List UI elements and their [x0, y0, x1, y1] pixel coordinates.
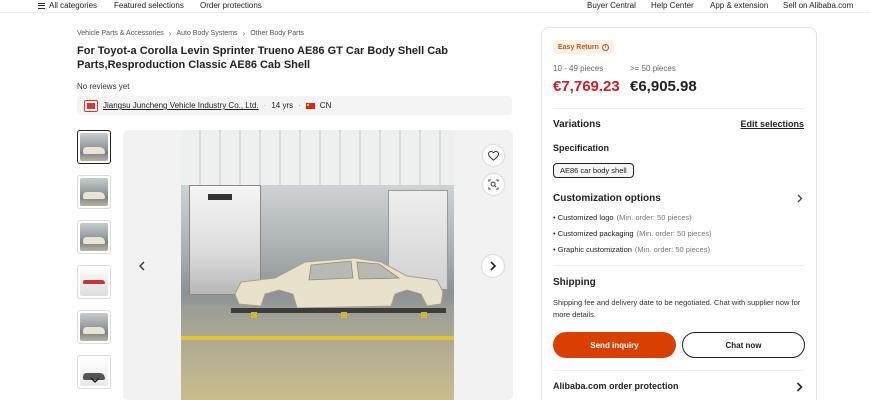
thumbnail-list — [77, 130, 112, 400]
chevron-right-icon: › — [168, 29, 172, 38]
supplier-logo — [84, 99, 98, 112]
purchase-panel: Easy Return i 10 - 49 pieces €7,769.23 >… — [541, 27, 817, 400]
reviews-text: No reviews yet — [77, 82, 130, 91]
product-photo — [181, 130, 454, 400]
customization-min: (Min. order: 50 pieces) — [634, 245, 710, 254]
thumbnail[interactable] — [77, 175, 111, 209]
customization-list: • Customized logo (Min. order: 50 pieces)… — [553, 213, 712, 261]
edit-selections-link[interactable]: Edit selections — [740, 119, 804, 129]
send-inquiry-button[interactable]: Send inquiry — [553, 332, 676, 358]
main-image-viewer — [123, 130, 513, 400]
sell-link[interactable]: Sell on Alibaba.com — [783, 1, 853, 10]
customization-name: Customized logo — [557, 213, 614, 222]
thumbnail[interactable] — [77, 310, 111, 344]
specification-label: Specification — [553, 143, 610, 153]
thumbnail[interactable] — [77, 355, 111, 389]
breadcrumb-item[interactable]: Auto Body Systems — [176, 30, 237, 37]
app-extension-link[interactable]: App & extension — [710, 1, 768, 10]
all-categories-label: All categories — [49, 1, 98, 10]
separator-dot: · — [263, 101, 267, 110]
thumbnail[interactable] — [77, 265, 111, 299]
divider — [553, 370, 804, 371]
featured-selections-link[interactable]: Featured selections — [114, 1, 184, 10]
easy-return-label: Easy Return — [558, 43, 599, 51]
supplier-country: CN — [319, 101, 332, 110]
customization-name: Customized packaging — [557, 229, 634, 238]
thumbnail[interactable] — [77, 130, 111, 164]
heart-icon — [488, 150, 499, 161]
customization-item: • Customized logo (Min. order: 50 pieces) — [553, 213, 692, 222]
supplier-years: 14 yrs — [271, 101, 294, 110]
divider — [553, 108, 804, 109]
breadcrumb-item[interactable]: Vehicle Parts & Accessories — [77, 30, 164, 37]
spec-option-chip[interactable]: AE86 car body shell — [553, 163, 634, 178]
chat-now-button[interactable]: Chat now — [682, 332, 805, 358]
chevron-down-icon[interactable] — [90, 377, 100, 384]
supplier-name-link[interactable]: Jiangsu Juncheng Vehicle Industry Co., L… — [103, 101, 259, 110]
breadcrumb-item[interactable]: Other Body Parts — [250, 30, 304, 37]
menu-icon — [38, 2, 45, 9]
tier-quantity: >= 50 pieces — [630, 64, 676, 73]
chevron-right-icon: › — [242, 29, 246, 38]
product-title: For Toyot-a Corolla Levin Sprinter Truen… — [77, 45, 448, 71]
chevron-left-icon — [139, 261, 145, 271]
chevron-right-icon[interactable] — [796, 382, 803, 392]
car-body-shell-image — [231, 257, 446, 318]
previous-image-button[interactable] — [131, 255, 153, 277]
customization-min: (Min. order: 50 pieces) — [616, 213, 692, 222]
top-nav: All categories Featured selections Order… — [0, 0, 870, 13]
tier-quantity: 10 - 49 pieces — [553, 64, 604, 73]
order-protections-link[interactable]: Order protections — [200, 1, 262, 10]
shipping-title: Shipping — [553, 277, 596, 288]
order-protection-link[interactable]: Alibaba.com order protection — [553, 381, 679, 391]
customization-title: Customization options — [553, 193, 661, 204]
next-image-button[interactable] — [482, 255, 504, 277]
customization-item: • Graphic customization (Min. order: 50 p… — [553, 245, 710, 254]
easy-return-badge[interactable]: Easy Return i — [553, 40, 614, 54]
customization-name: Graphic customization — [557, 245, 632, 254]
info-icon: i — [601, 43, 609, 51]
buyer-central-link[interactable]: Buyer Central — [587, 1, 636, 10]
customization-item: • Customized packaging (Min. order: 50 pi… — [553, 229, 712, 238]
breadcrumb: Vehicle Parts & Accessories › Auto Body … — [77, 29, 304, 38]
customization-min: (Min. order: 50 pieces) — [636, 229, 712, 238]
image-search-icon — [488, 179, 499, 190]
chevron-right-icon[interactable] — [796, 194, 803, 203]
chevron-right-icon — [490, 261, 497, 271]
image-search-button[interactable] — [483, 174, 504, 195]
thumbnail[interactable] — [77, 220, 111, 254]
variations-title: Variations — [553, 119, 601, 130]
help-center-link[interactable]: Help Center — [651, 1, 694, 10]
shipping-text: Shipping fee and delivery date to be neg… — [553, 298, 801, 319]
separator-dot: · — [298, 101, 301, 110]
divider — [553, 265, 804, 266]
tier-price: €6,905.98 — [630, 78, 697, 95]
china-flag-icon — [305, 102, 315, 109]
price-tier: 10 - 49 pieces €7,769.23 — [553, 64, 620, 95]
favorite-button[interactable] — [483, 145, 504, 166]
price-tier: >= 50 pieces €6,905.98 — [630, 64, 697, 95]
all-categories-link[interactable]: All categories — [38, 1, 97, 10]
tier-price: €7,769.23 — [553, 78, 620, 95]
supplier-bar: Jiangsu Juncheng Vehicle Industry Co., L… — [77, 96, 512, 115]
